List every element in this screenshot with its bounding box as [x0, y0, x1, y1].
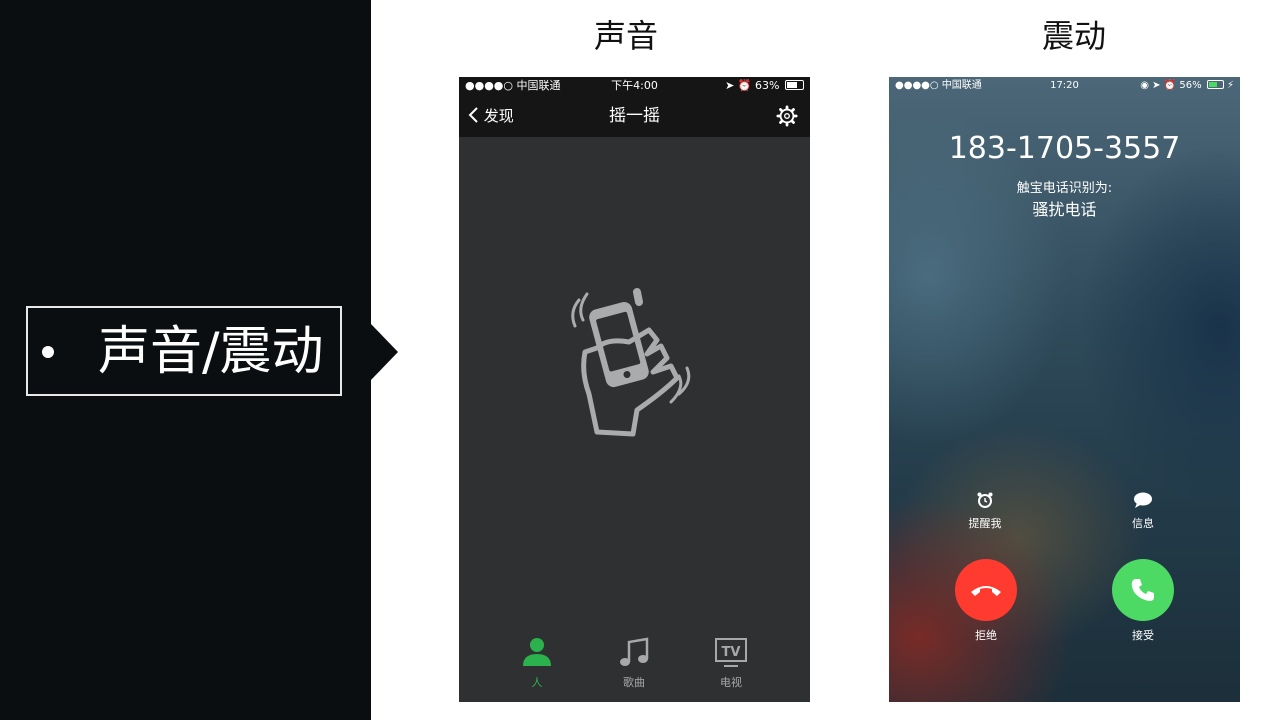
tab-tv[interactable]: TV 电视: [691, 632, 771, 702]
accept-circle[interactable]: [1112, 559, 1174, 621]
battery-icon: [1206, 80, 1224, 89]
status-bar: ●●●●○ 中国联通 17:20 ◉ ➤ ⏰ 56% ⚡: [889, 77, 1240, 95]
charging-icon: ⚡: [1226, 80, 1234, 91]
decline-circle[interactable]: [955, 559, 1017, 621]
location-icon: ➤: [1152, 80, 1161, 91]
nav-bar: 发现 摇一摇: [459, 95, 810, 137]
phone-incoming-call-screen: ●●●●○ 中国联通 17:20 ◉ ➤ ⏰ 56% ⚡ 183-1705-35…: [889, 77, 1240, 702]
accept-call-button[interactable]: 接受: [1093, 559, 1193, 643]
message-button[interactable]: 信息: [1093, 491, 1193, 531]
status-bar: ●●●●○ 中国联通 下午4:00 ➤ ⏰ 63%: [459, 77, 810, 95]
left-panel: 声音/震动: [0, 0, 371, 720]
location-icon: ➤: [725, 79, 735, 92]
decline-label: 拒绝: [975, 629, 997, 642]
phone-shake-screen: ●●●●○ 中国联通 下午4:00 ➤ ⏰ 63% 发现 摇一摇 人 歌曲 TV…: [459, 77, 810, 702]
battery-percent: 63%: [755, 79, 780, 92]
tab-person[interactable]: 人: [497, 632, 577, 702]
lock-rotation-icon: ◉: [1140, 80, 1149, 91]
message-label: 信息: [1132, 517, 1154, 530]
music-note-icon: [620, 637, 649, 666]
pointer-arrow-icon: [371, 324, 398, 380]
svg-text:TV: TV: [722, 645, 741, 660]
phone-icon: [1131, 579, 1154, 601]
topic-label-box: 声音/震动: [26, 306, 342, 396]
tab-music-label: 歌曲: [623, 676, 645, 689]
decline-call-button[interactable]: 拒绝: [936, 559, 1036, 643]
tab-tv-label: 电视: [720, 676, 742, 689]
tab-bar: 人 歌曲 TV 电视: [459, 632, 810, 702]
caller-identification-label: 触宝电话识别为:: [1016, 181, 1113, 196]
remind-me-label: 提醒我: [968, 517, 1002, 530]
status-right: ➤ ⏰ 63%: [725, 77, 804, 95]
topic-label: 声音/震动: [98, 322, 324, 382]
section-title-sound: 声音: [593, 17, 658, 55]
caller-number: 183-1705-3557: [948, 131, 1181, 166]
battery-icon: [785, 80, 804, 90]
shake-hand-phone-icon[interactable]: [567, 282, 695, 442]
alarm-icon: ⏰: [737, 79, 752, 92]
page-title: 摇一摇: [609, 106, 660, 126]
remind-me-button[interactable]: 提醒我: [935, 491, 1035, 531]
bullet-icon: [42, 346, 54, 358]
alarm-clock-icon: [977, 492, 993, 508]
tab-music[interactable]: 歌曲: [594, 632, 674, 702]
status-right: ◉ ➤ ⏰ 56% ⚡: [1140, 77, 1234, 95]
section-title-vibration: 震动: [1041, 17, 1106, 55]
person-icon: [523, 638, 551, 666]
tab-person-label: 人: [531, 676, 543, 689]
caller-tag: 骚扰电话: [1032, 200, 1097, 219]
accept-label: 接受: [1132, 629, 1154, 642]
tv-icon: TV: [715, 638, 747, 667]
hang-up-icon: [971, 586, 1001, 596]
battery-percent: 56%: [1179, 80, 1202, 91]
gear-icon[interactable]: [776, 105, 798, 127]
alarm-icon: ⏰: [1163, 80, 1177, 91]
message-bubble-icon: [1134, 492, 1152, 508]
